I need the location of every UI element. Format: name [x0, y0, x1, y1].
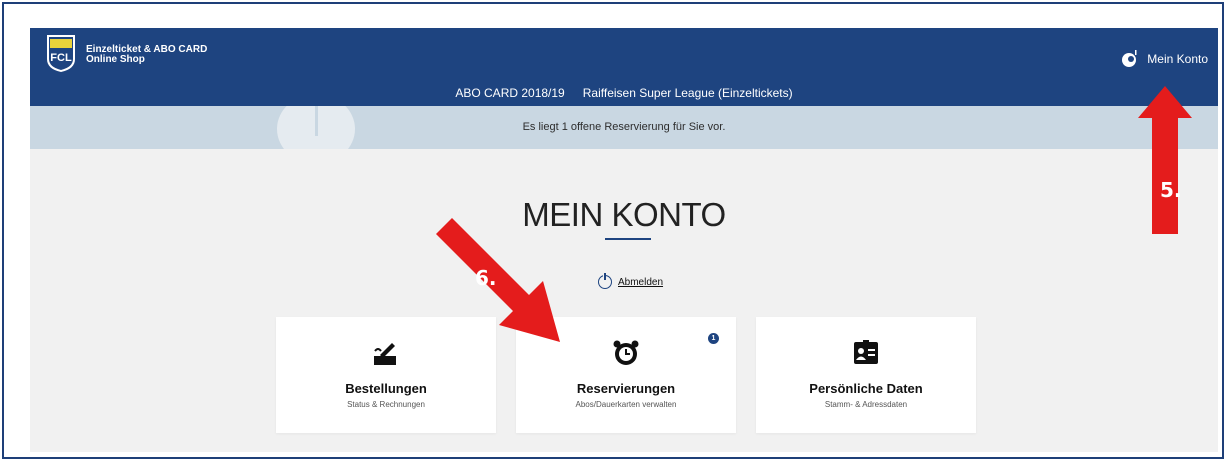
- screenshot-frame: FCL Einzelticket & ABO CARD Online Shop …: [2, 2, 1224, 459]
- site-header: FCL Einzelticket & ABO CARD Online Shop …: [30, 28, 1218, 106]
- mein-konto-link[interactable]: Mein Konto: [1121, 50, 1208, 68]
- card-subtitle: Stamm- & Adressdaten: [824, 400, 908, 409]
- step-6-label: 6.: [475, 266, 497, 290]
- alarm-clock-icon: [613, 340, 639, 365]
- svg-text:FCL: FCL: [50, 52, 72, 64]
- fcl-logo[interactable]: FCL: [44, 33, 78, 73]
- nav-super-league[interactable]: Raiffeisen Super League (Einzeltickets): [583, 86, 793, 100]
- notification-badge: 1: [708, 333, 719, 344]
- title-underline: [605, 238, 651, 240]
- signature-icon: [374, 343, 396, 365]
- logout-label: Abmelden: [618, 276, 664, 288]
- card-title: Bestellungen: [345, 381, 427, 396]
- brand-line-2: Online Shop: [86, 54, 145, 65]
- mein-konto-label: Mein Konto: [1147, 52, 1208, 66]
- card-subtitle: Status & Rechnungen: [347, 400, 425, 409]
- banner-text: Es liegt 1 offene Reservierung für Sie v…: [522, 121, 726, 133]
- annotation-arrow-diagonal: [435, 218, 560, 342]
- nav-abo-card[interactable]: ABO CARD 2018/19: [455, 86, 564, 100]
- step-5-label: 5.: [1160, 178, 1182, 202]
- page-title: MEIN KONTO: [522, 196, 726, 233]
- annotation-arrow-up: [1138, 86, 1192, 234]
- card-persoenliche-daten[interactable]: Persönliche Daten Stamm- & Adressdaten: [756, 317, 976, 433]
- card-title: Persönliche Daten: [809, 381, 923, 396]
- main-nav: ABO CARD 2018/19 Raiffeisen Super League…: [30, 86, 1218, 100]
- id-card-icon: [854, 340, 878, 364]
- logout-link[interactable]: Abmelden: [598, 273, 664, 289]
- page: FCL Einzelticket & ABO CARD Online Shop …: [30, 28, 1218, 452]
- power-icon: [598, 273, 612, 289]
- card-title: Reservierungen: [576, 381, 676, 396]
- card-subtitle: Abos/Dauerkarten verwalten: [575, 400, 677, 409]
- user-account-icon: [1122, 50, 1137, 67]
- reservation-banner: Es liegt 1 offene Reservierung für Sie v…: [30, 106, 1218, 149]
- brand-name: Einzelticket & ABO CARD Online Shop: [86, 45, 207, 65]
